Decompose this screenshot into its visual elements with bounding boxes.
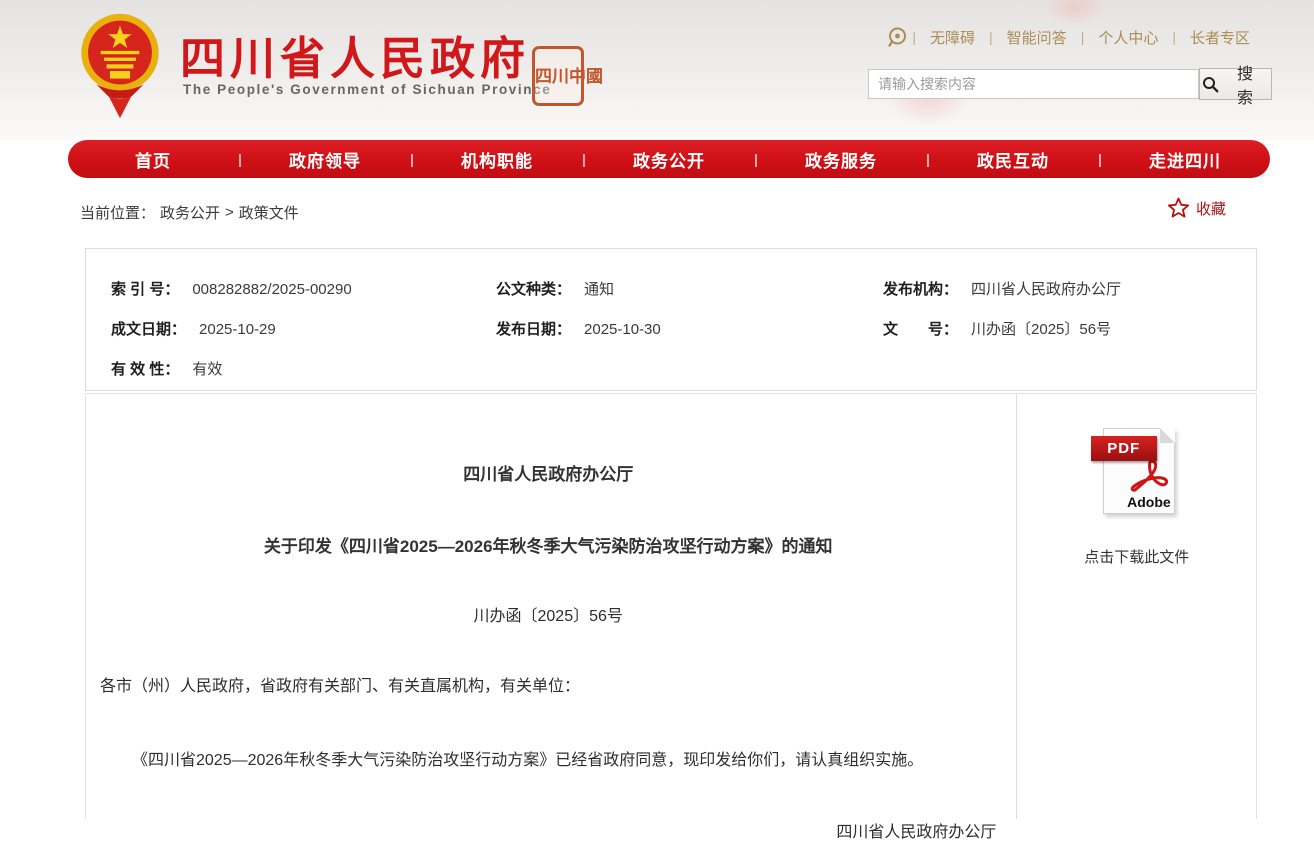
- nav-item-government-affairs-disclosure[interactable]: 政务公开: [584, 147, 754, 172]
- meta-validity: 有 效 性： 有效: [111, 358, 496, 379]
- link-senior-zone[interactable]: 长者专区: [1176, 27, 1264, 48]
- document-title: 关于印发《四川省2025—2026年秋冬季大气污染防治攻坚行动方案》的通知: [100, 532, 996, 557]
- site-title: 四川省人民政府: [180, 22, 530, 87]
- search-button-label: 搜 索: [1223, 60, 1271, 108]
- favorite-label: 收藏: [1196, 198, 1226, 219]
- nav-item-public-interaction[interactable]: 政民互动: [928, 147, 1098, 172]
- site-header: 四川省人民政府 The People's Government of Sichu…: [0, 0, 1314, 140]
- nav-item-government-leaders[interactable]: 政府领导: [240, 147, 410, 172]
- star-icon: [1166, 196, 1191, 220]
- nav-item-institutional-functions[interactable]: 机构职能: [412, 147, 582, 172]
- pdf-file-icon[interactable]: Adobe PDF: [1091, 428, 1183, 516]
- nav-item-into-sichuan[interactable]: 走进四川: [1100, 147, 1270, 172]
- favorite-button[interactable]: 收藏: [1166, 196, 1226, 220]
- document-number: 川办函〔2025〕56号: [100, 602, 996, 626]
- breadcrumb-link-disclosure[interactable]: 政务公开: [160, 202, 220, 223]
- download-sidebar: Adobe PDF 点击下载此文件: [1016, 394, 1256, 819]
- meta-publish-date: 发布日期： 2025-10-30: [496, 318, 883, 339]
- meta-row: 成文日期： 2025-10-29 发布日期： 2025-10-30 文 号： 川…: [86, 308, 1256, 348]
- meta-document-number: 文 号： 川办函〔2025〕56号: [883, 318, 1111, 339]
- document-signature: 四川省人民政府办公厅: [100, 818, 996, 842]
- adobe-wordmark: Adobe: [1127, 494, 1171, 510]
- utility-links: 无障碍 智能问答 个人中心 长者专区: [886, 26, 1264, 48]
- document-salutation: 各市（州）人民政府，省政府有关部门、有关直属机构，有关单位：: [100, 672, 996, 696]
- link-smart-qa[interactable]: 智能问答: [993, 27, 1081, 48]
- breadcrumb-prefix: 当前位置：: [80, 202, 155, 223]
- nav-item-government-services[interactable]: 政务服务: [756, 147, 926, 172]
- link-accessibility[interactable]: 无障碍: [916, 27, 989, 48]
- meta-document-type: 公文种类： 通知: [496, 278, 883, 299]
- meta-row: 有 效 性： 有效: [86, 348, 1256, 388]
- seal-char: 川: [552, 68, 569, 85]
- download-file-link[interactable]: 点击下载此文件: [1017, 546, 1256, 567]
- sichuan-china-seal: 四 川 中 國: [532, 46, 584, 106]
- page-fold-corner: [1160, 428, 1175, 443]
- breadcrumb: 当前位置： 政务公开 > 政策文件: [80, 202, 299, 223]
- breadcrumb-separator: >: [225, 204, 234, 221]
- document-metadata-panel: 索 引 号： 008282882/2025-00290 公文种类： 通知 发布机…: [85, 248, 1257, 391]
- link-personal-center[interactable]: 个人中心: [1084, 27, 1172, 48]
- seal-char: 國: [586, 68, 603, 85]
- seal-char: 中: [569, 68, 586, 85]
- search-bar: 搜 索: [868, 68, 1272, 100]
- pdf-badge: PDF: [1091, 436, 1157, 461]
- accessibility-icon[interactable]: [886, 26, 908, 48]
- main-navigation: 首页 政府领导 机构职能 政务公开 政务服务 政民互动 走进四川: [68, 140, 1270, 178]
- document-content-panel: 四川省人民政府办公厅 关于印发《四川省2025—2026年秋冬季大气污染防治攻坚…: [85, 393, 1257, 819]
- document-org-title: 四川省人民政府办公厅: [100, 460, 996, 485]
- search-button[interactable]: 搜 索: [1199, 68, 1272, 100]
- document-paragraph: 《四川省2025—2026年秋冬季大气污染防治攻坚行动方案》已经省政府同意，现印…: [100, 746, 996, 770]
- document-body: 四川省人民政府办公厅 关于印发《四川省2025—2026年秋冬季大气污染防治攻坚…: [86, 394, 1016, 819]
- breadcrumb-link-policy-documents[interactable]: 政策文件: [239, 202, 299, 223]
- meta-index-number: 索 引 号： 008282882/2025-00290: [111, 278, 496, 299]
- national-emblem-logo: [78, 12, 162, 120]
- meta-row: 索 引 号： 008282882/2025-00290 公文种类： 通知 发布机…: [86, 268, 1256, 308]
- site-subtitle-english: The People's Government of Sichuan Provi…: [183, 82, 551, 97]
- meta-issuing-agency: 发布机构： 四川省人民政府办公厅: [883, 278, 1121, 299]
- meta-written-date: 成文日期： 2025-10-29: [111, 318, 496, 339]
- seal-char: 四: [535, 68, 552, 85]
- search-input[interactable]: [868, 69, 1199, 99]
- nav-item-home[interactable]: 首页: [68, 147, 238, 172]
- search-icon: [1202, 76, 1219, 93]
